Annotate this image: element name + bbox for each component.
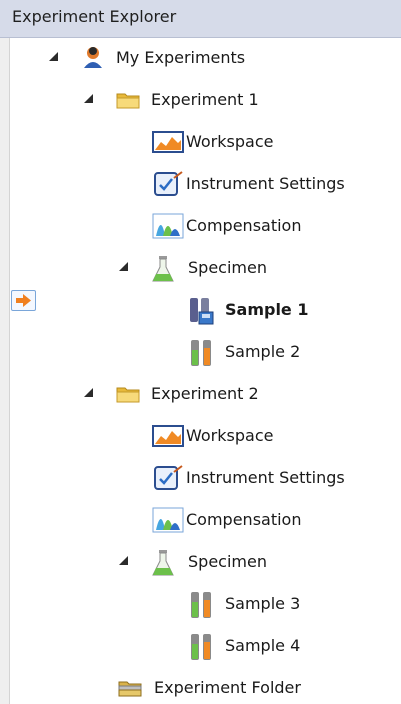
panel-header: Experiment Explorer — [0, 0, 401, 38]
tree-item-label: Specimen — [188, 257, 267, 277]
collapse-toggle-icon[interactable] — [116, 259, 132, 275]
tree-item-label: Experiment 1 — [151, 89, 259, 109]
tree-item-my-experiments[interactable]: My Experiments — [46, 41, 245, 73]
tree-item-label: Workspace — [186, 131, 274, 151]
folder-open-icon — [115, 380, 141, 406]
tree-item-label: Experiment 2 — [151, 383, 259, 403]
tree-item-label: Sample 1 — [225, 299, 309, 319]
tree-item-exp1-instrument-settings[interactable]: Instrument Settings — [152, 167, 345, 199]
user-icon — [80, 44, 106, 70]
folder-open-icon — [115, 86, 141, 112]
tree-item-experiment-folder[interactable]: Experiment Folder — [116, 671, 301, 703]
tree-item-sample-3[interactable]: Sample 3 — [187, 587, 300, 619]
workspace-chart-icon — [152, 128, 184, 154]
current-item-arrow-icon — [11, 290, 36, 311]
specimen-flask-icon — [150, 254, 176, 282]
tree-item-exp2-specimen[interactable]: Specimen — [116, 545, 267, 577]
instrument-settings-icon — [152, 170, 183, 196]
tree-item-label: Sample 3 — [225, 593, 301, 613]
panel-title: Experiment Explorer — [12, 7, 177, 26]
tree-item-label: Specimen — [188, 551, 267, 571]
collapse-toggle-icon[interactable] — [81, 91, 97, 107]
tree-item-exp2-workspace[interactable]: Workspace — [152, 419, 273, 451]
tree-item-label: Compensation — [186, 509, 302, 529]
tree-item-exp1-compensation[interactable]: Compensation — [152, 209, 301, 241]
sample-tubes-icon — [187, 338, 213, 366]
sample-tubes-icon — [187, 590, 213, 618]
sample-tubes-icon — [187, 632, 213, 660]
tree-item-label: Sample 2 — [225, 341, 301, 361]
tree-item-exp2-compensation[interactable]: Compensation — [152, 503, 301, 535]
tree-gutter — [0, 38, 10, 704]
tree-item-sample-2[interactable]: Sample 2 — [187, 335, 300, 367]
specimen-flask-icon — [150, 548, 176, 576]
collapse-toggle-icon[interactable] — [46, 49, 62, 65]
collapse-toggle-icon[interactable] — [116, 553, 132, 569]
tree-item-label: Experiment Folder — [154, 677, 301, 697]
tree-item-experiment-1[interactable]: Experiment 1 — [81, 83, 259, 115]
instrument-settings-icon — [152, 464, 183, 490]
tree-item-label: Instrument Settings — [186, 467, 345, 487]
tree-item-exp1-workspace[interactable]: Workspace — [152, 125, 273, 157]
tree-item-label: Compensation — [186, 215, 302, 235]
experiment-folder-icon — [116, 674, 142, 700]
tree-item-label: My Experiments — [116, 47, 246, 67]
collapse-toggle-icon[interactable] — [81, 385, 97, 401]
tree-item-sample-1[interactable]: Sample 1 — [187, 293, 308, 325]
compensation-peaks-icon — [152, 212, 184, 239]
tree-item-experiment-2[interactable]: Experiment 2 — [81, 377, 259, 409]
tree-item-label: Instrument Settings — [186, 173, 345, 193]
tree-item-label: Workspace — [186, 425, 274, 445]
workspace-chart-icon — [152, 422, 184, 448]
compensation-peaks-icon — [152, 506, 184, 533]
tree-item-label: Sample 4 — [225, 635, 301, 655]
tree-item-exp2-instrument-settings[interactable]: Instrument Settings — [152, 461, 345, 493]
tree-item-sample-4[interactable]: Sample 4 — [187, 629, 300, 661]
tree-item-exp1-specimen[interactable]: Specimen — [116, 251, 267, 283]
sample-tubes-active-icon — [187, 296, 214, 325]
